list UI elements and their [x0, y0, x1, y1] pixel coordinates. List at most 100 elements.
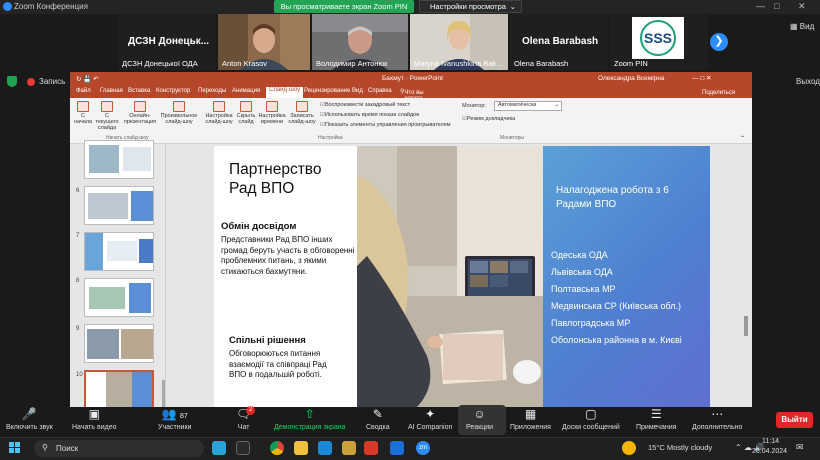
rehearse-button[interactable]: Настройка времени	[258, 101, 286, 125]
section-heading: Спільні рішення	[229, 335, 306, 346]
clock-time[interactable]: 11:14	[762, 438, 779, 445]
hide-slide-button[interactable]: Скрыть слайд	[234, 101, 258, 125]
video-off-icon: ▣	[88, 407, 100, 421]
whiteboards-button[interactable]: ▢ Доски сообщений	[562, 408, 620, 432]
slide-thumbnail[interactable]	[84, 278, 154, 317]
participants-button[interactable]: 👥 87 Участники	[158, 407, 191, 432]
word-icon[interactable]	[390, 441, 404, 455]
unmute-button[interactable]: 🎤 Включить звук	[6, 408, 53, 432]
slide-scrollbar[interactable]	[744, 316, 748, 336]
online-icon	[134, 101, 146, 112]
setup-show-button[interactable]: Настройка слайд-шоу	[204, 101, 234, 125]
participant-tile[interactable]: Olena Barabash Olena Barabash	[510, 14, 608, 70]
menu-design[interactable]: Конструктор	[156, 88, 190, 94]
zoom-taskbar-icon[interactable]: zm	[416, 441, 430, 455]
menu-file[interactable]: Файл	[76, 88, 91, 94]
chk-controls[interactable]: Показать элементы управления проигрывате…	[320, 122, 451, 128]
record-show-label: Записать слайд-шоу	[288, 113, 316, 125]
reactions-button[interactable]: ☺ Реакции	[466, 408, 493, 432]
from-current-button[interactable]: С текущего слайда	[94, 101, 120, 131]
chat-badge: 2	[246, 406, 255, 415]
summary-icon: ✎	[372, 407, 383, 421]
slide-thumbnail[interactable]	[84, 232, 154, 271]
monitor-label: Монитор:	[462, 103, 486, 109]
slide-title: Партнерство Рад ВПО	[229, 161, 322, 197]
play-current-icon	[101, 101, 113, 112]
menu-slideshow[interactable]: Слайд-шоу	[266, 87, 304, 98]
tell-me-search[interactable]: ⚲ Что вы хотите сделать?	[400, 88, 430, 108]
telegram-icon[interactable]	[212, 441, 226, 455]
ai-companion-button[interactable]: ✦ AI Companion	[408, 408, 452, 432]
close-icon[interactable]: ✕	[798, 1, 806, 12]
participant-name: Володимир Антонюк	[316, 59, 388, 68]
leave-meeting-button[interactable]: Выйти	[776, 412, 813, 428]
monitor-select[interactable]: Автоматически ⌄	[494, 101, 562, 111]
weather-text[interactable]: 15°C Mostly cloudy	[648, 443, 712, 452]
menu-view[interactable]: Вид	[352, 88, 363, 94]
notifications-icon[interactable]: ✉	[796, 442, 804, 453]
current-slide[interactable]: Партнерство Рад ВПО Обмін досвідом Предс…	[214, 146, 710, 407]
slide-thumbnail-selected[interactable]	[84, 370, 154, 407]
thumbnails-scrollbar[interactable]	[162, 380, 165, 407]
autosave-icon[interactable]: ↻ 💾 ↶	[76, 75, 99, 83]
view-options-label: Настройки просмотра	[430, 2, 506, 11]
online-button[interactable]: Онлайн-презентация	[122, 101, 158, 125]
more-icon: ⋯	[711, 407, 724, 421]
clock-date[interactable]: 26.04.2024	[752, 448, 787, 455]
menu-home[interactable]: Главная	[100, 88, 123, 94]
chk-presenter-view[interactable]: Режим докладчика	[462, 116, 515, 122]
more-button[interactable]: ⋯ Дополнительно	[692, 407, 742, 432]
participant-name: Anton Krasov	[222, 59, 268, 68]
chrome-icon[interactable]	[270, 441, 284, 455]
share-ppt-label: Поделиться	[702, 90, 736, 96]
ppt-window-controls[interactable]: — □ ✕	[692, 74, 711, 82]
app-icon[interactable]	[364, 441, 378, 455]
from-current-label: С текущего слайда	[95, 113, 119, 131]
participant-name: Zoom PIN	[614, 59, 648, 68]
notes-button[interactable]: ☰ Примечания	[636, 408, 676, 432]
browser-icon[interactable]	[318, 441, 332, 455]
participants-icon: 👥 87	[161, 407, 188, 421]
exit-fullscreen-label[interactable]: Выход	[796, 77, 820, 86]
participant-tile[interactable]: Володимир Антонюк	[312, 14, 408, 70]
menu-help[interactable]: Справка	[368, 88, 392, 94]
maximize-icon[interactable]: □	[774, 1, 779, 11]
participant-tile[interactable]: ДСЗН Донецьк... ДСЗН Донецької ОДА	[118, 14, 216, 70]
record-show-button[interactable]: Записать слайд-шоу	[286, 101, 318, 125]
summary-button[interactable]: ✎ Сводка	[366, 407, 390, 432]
windows-start-icon[interactable]	[9, 442, 21, 454]
participant-tile[interactable]: Maryna Ivanushkina Bak...	[410, 14, 508, 70]
apps-button[interactable]: ▦ Приложения	[510, 408, 551, 432]
custom-show-button[interactable]: Произвольное слайд-шоу	[158, 101, 200, 125]
photos-icon[interactable]	[342, 441, 356, 455]
participant-tile[interactable]: Anton Krasov	[218, 14, 310, 70]
menu-insert[interactable]: Вставка	[128, 88, 150, 94]
taskbar-search[interactable]: ⚲ Поиск	[34, 440, 204, 457]
next-page-arrow-icon[interactable]: ❯	[710, 33, 728, 51]
record-label[interactable]: Запись	[39, 77, 65, 86]
share-label: Демонстрация экрана	[274, 424, 346, 431]
menu-animations[interactable]: Анимация	[232, 88, 260, 94]
slide-thumbnail[interactable]	[84, 324, 154, 363]
participants-count: 87	[179, 413, 188, 420]
share-screen-button[interactable]: ⇧ Демонстрация экрана	[274, 408, 346, 432]
menu-review[interactable]: Рецензирование	[304, 88, 350, 94]
collapse-ribbon-icon[interactable]: ⌃	[740, 135, 745, 142]
slide-thumbnail[interactable]	[84, 186, 154, 225]
chk-timings[interactable]: Использовать время показа слайдов	[320, 112, 419, 118]
start-video-button[interactable]: ▣ Начать видео	[72, 407, 116, 432]
task-view-icon[interactable]	[236, 441, 250, 455]
view-options-button[interactable]: Настройки просмотра ⌄	[419, 0, 522, 13]
file-explorer-icon[interactable]	[294, 441, 308, 455]
council-item: Медвинська СР (Київська обл.)	[551, 301, 682, 311]
participant-bigname: ДСЗН Донецьк...	[128, 36, 210, 47]
view-button[interactable]: ▦ Вид	[790, 22, 814, 31]
menu-transitions[interactable]: Переходы	[198, 88, 226, 94]
setup-icon	[213, 101, 225, 112]
slide-thumbnail[interactable]	[84, 140, 154, 179]
minimize-icon[interactable]: —	[756, 1, 765, 11]
shield-icon[interactable]	[7, 76, 17, 87]
participant-tile[interactable]: SSS Zoom PIN	[610, 14, 708, 70]
from-start-button[interactable]: С начала	[72, 101, 94, 125]
chk-narration[interactable]: Воспроизвести закадровый текст	[320, 102, 410, 108]
